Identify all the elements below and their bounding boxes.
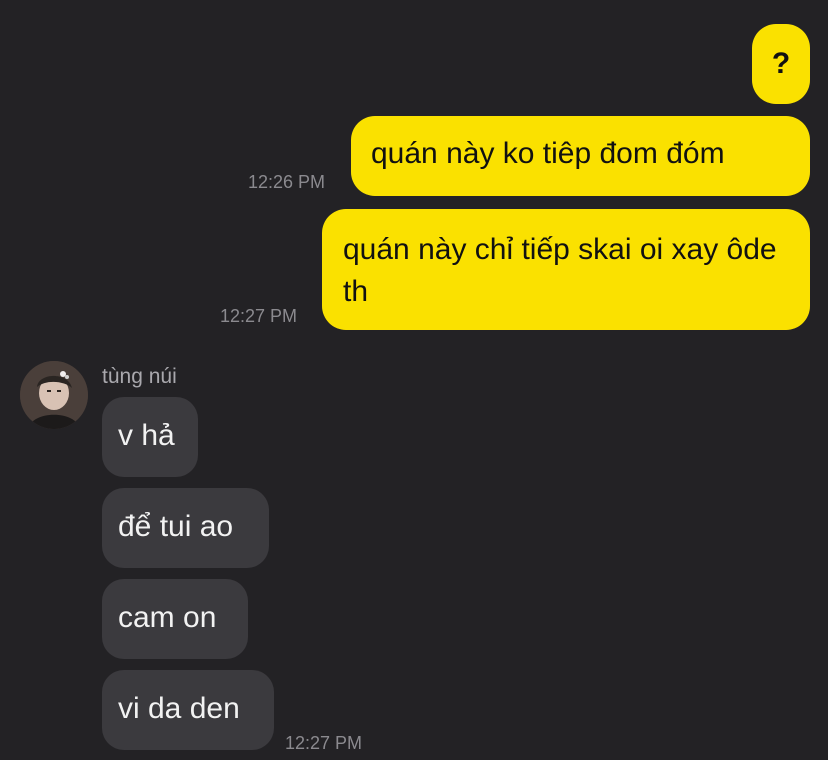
message-text: ?: [771, 47, 791, 80]
message-timestamp: 12:26 PM: [248, 172, 326, 192]
sender-avatar[interactable]: [20, 361, 88, 429]
message-text: cam on: [118, 601, 217, 634]
chat-screen: ? 12:26 PM quán này ko tiêp đom đóm 12:2…: [0, 0, 828, 760]
incoming-message-bubble[interactable]: cam on: [102, 579, 248, 659]
incoming-message-bubble[interactable]: v hả: [102, 397, 198, 477]
message-text: v hả: [118, 419, 175, 452]
message-timestamp: 12:27 PM: [220, 306, 298, 326]
message-text: vi da den: [118, 692, 240, 725]
incoming-message-bubble[interactable]: để tui ao: [102, 488, 269, 568]
outgoing-message-bubble[interactable]: quán này chỉ tiếp skai oi xay ôde th: [322, 209, 810, 330]
outgoing-message-bubble[interactable]: ?: [752, 24, 810, 104]
avatar-photo-icon: [20, 361, 88, 429]
incoming-message-bubble[interactable]: vi da den: [102, 670, 274, 750]
outgoing-message-bubble[interactable]: quán này ko tiêp đom đóm: [351, 116, 810, 196]
message-timestamp: 12:27 PM: [285, 733, 363, 753]
message-text: quán này chỉ tiếp skai oi xay ôde th: [343, 233, 777, 308]
sender-name: tùng núi: [102, 365, 177, 388]
message-text: để tui ao: [118, 510, 234, 543]
message-text: quán này ko tiêp đom đóm: [371, 137, 725, 170]
